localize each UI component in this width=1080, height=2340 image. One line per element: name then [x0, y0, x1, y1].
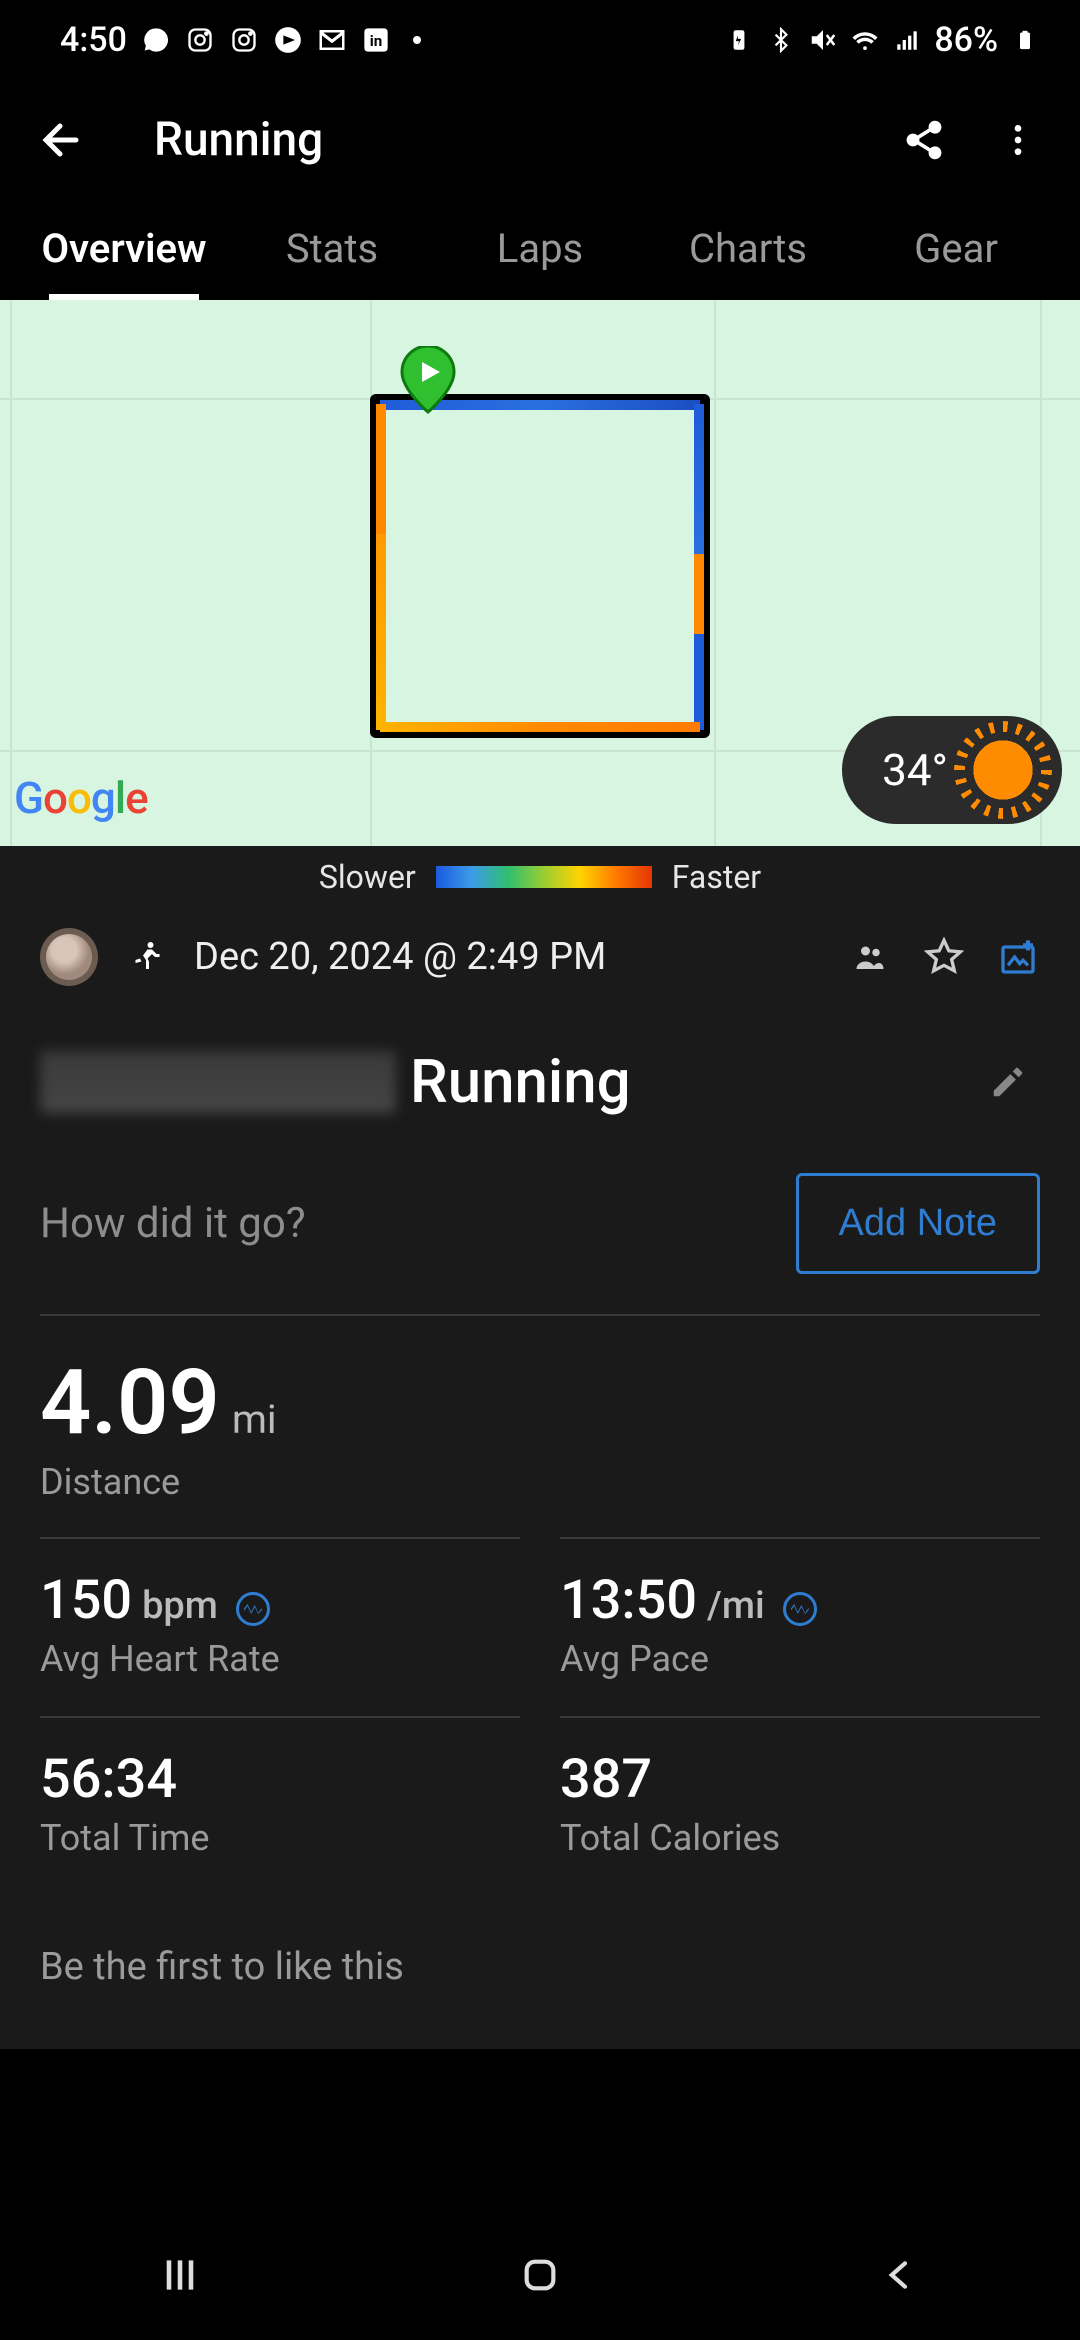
battery-saver-icon	[724, 25, 754, 55]
time-label: Total Time	[40, 1817, 520, 1859]
stat-distance: 4.09 mi Distance	[0, 1316, 1080, 1537]
weather-temp: 34°	[882, 744, 948, 796]
home-button[interactable]	[500, 2245, 580, 2305]
tab-charts[interactable]: Charts	[644, 225, 852, 300]
activity-meta: Dec 20, 2024 @ 2:49 PM	[0, 908, 1080, 1016]
stat-total-time: 56:34 Total Time	[40, 1716, 520, 1895]
battery-icon	[1010, 25, 1040, 55]
route-path	[370, 394, 710, 738]
status-time: 4:50	[60, 20, 127, 60]
tab-label: Stats	[286, 225, 378, 272]
wifi-icon	[850, 25, 880, 55]
stat-avg-pace: 13:50 /mi Avg Pace	[560, 1537, 1040, 1716]
distance-value: 4.09	[40, 1350, 220, 1455]
back-button[interactable]	[30, 108, 94, 172]
map-attribution: Google	[14, 772, 148, 824]
tab-label: Charts	[689, 225, 807, 272]
tab-label: Gear	[914, 225, 998, 272]
share-button[interactable]	[892, 108, 956, 172]
tab-overview[interactable]: Overview	[20, 225, 228, 300]
linkedin-icon: in	[361, 25, 391, 55]
hr-value: 150	[40, 1569, 132, 1632]
chat-icon	[141, 25, 171, 55]
tab-label: Laps	[497, 225, 583, 272]
instagram-icon	[229, 25, 259, 55]
activity-timestamp: Dec 20, 2024 @ 2:49 PM	[194, 935, 606, 979]
activity-title-row: Running	[0, 1016, 1080, 1153]
cal-value: 387	[560, 1748, 652, 1811]
tab-gear[interactable]: Gear	[852, 225, 1060, 300]
sun-icon	[968, 735, 1038, 805]
note-row: How did it go? Add Note	[0, 1153, 1080, 1314]
hr-unit: bpm	[142, 1584, 218, 1628]
cal-label: Total Calories	[560, 1817, 1040, 1859]
tab-stats[interactable]: Stats	[228, 225, 436, 300]
route-map[interactable]: Google 34°	[0, 300, 1080, 846]
location-redacted	[40, 1051, 396, 1113]
instagram-icon	[185, 25, 215, 55]
activity-name: Running	[410, 1046, 631, 1117]
activity-details: Slower Faster Dec 20, 2024 @ 2:49 PM Run…	[0, 846, 1080, 2049]
svg-text:in: in	[370, 32, 383, 50]
distance-unit: mi	[232, 1396, 277, 1443]
page-title: Running	[154, 113, 862, 167]
avatar[interactable]	[40, 928, 98, 986]
more-notifications-icon	[413, 36, 421, 44]
bluetooth-icon	[766, 25, 796, 55]
stat-avg-hr: 150 bpm Avg Heart Rate	[40, 1537, 520, 1716]
pace-label: Avg Pace	[560, 1638, 1040, 1680]
more-menu-button[interactable]	[986, 108, 1050, 172]
navback-button[interactable]	[860, 2245, 940, 2305]
note-prompt: How did it go?	[40, 1199, 796, 1248]
hr-label: Avg Heart Rate	[40, 1638, 520, 1680]
system-nav-bar	[0, 2210, 1080, 2340]
battery-percent: 86%	[934, 20, 998, 60]
app-bar: Running	[0, 80, 1080, 200]
privacy-icon[interactable]	[848, 935, 892, 979]
pace-legend: Slower Faster	[0, 846, 1080, 908]
favorite-button[interactable]	[922, 935, 966, 979]
pace-value: 13:50	[560, 1569, 697, 1632]
tab-laps[interactable]: Laps	[436, 225, 644, 300]
add-photo-button[interactable]	[996, 935, 1040, 979]
app-icon	[273, 25, 303, 55]
start-pin-icon	[398, 346, 458, 426]
legend-faster: Faster	[672, 858, 761, 896]
stat-calories: 387 Total Calories	[560, 1716, 1040, 1895]
distance-label: Distance	[40, 1461, 1040, 1503]
likes-prompt[interactable]: Be the first to like this	[0, 1895, 1080, 2049]
tabs: Overview Stats Laps Charts Gear	[0, 200, 1080, 300]
signal-icon	[892, 25, 922, 55]
legend-slower: Slower	[319, 858, 416, 896]
add-note-button[interactable]: Add Note	[796, 1173, 1040, 1274]
mute-icon	[808, 25, 838, 55]
hr-metric-icon[interactable]	[236, 1592, 270, 1626]
legend-gradient	[436, 866, 652, 888]
running-icon	[128, 939, 164, 975]
edit-name-button[interactable]	[976, 1050, 1040, 1114]
recents-button[interactable]	[140, 2245, 220, 2305]
status-bar: 4:50 in 86%	[0, 0, 1080, 80]
gmail-icon	[317, 25, 347, 55]
pace-metric-icon[interactable]	[783, 1592, 817, 1626]
tab-label: Overview	[41, 225, 206, 272]
pace-unit: /mi	[707, 1584, 765, 1628]
time-value: 56:34	[40, 1748, 177, 1811]
weather-chip[interactable]: 34°	[842, 716, 1062, 824]
